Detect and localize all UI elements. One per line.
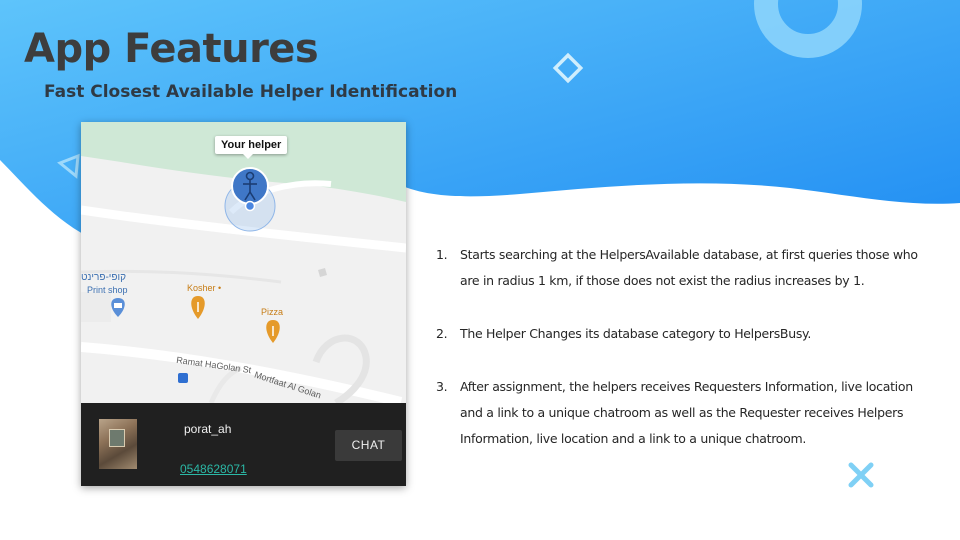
helper-location-dot	[244, 200, 256, 212]
feature-number: 3.	[436, 379, 448, 394]
feature-item: 3. After assignment, the helpers receive…	[436, 374, 936, 452]
feature-text: The Helper Changes its database category…	[460, 326, 812, 341]
feature-number: 2.	[436, 326, 448, 341]
feature-text: After assignment, the helpers receives R…	[460, 379, 913, 446]
feature-item: 2. The Helper Changes its database categ…	[436, 321, 936, 347]
chat-button[interactable]: CHAT	[335, 430, 402, 461]
feature-item: 1. Starts searching at the HelpersAvaila…	[436, 242, 936, 294]
bus-stop-icon	[178, 373, 188, 383]
helper-phone-link[interactable]: 0548628071	[180, 462, 247, 476]
map-label-kosher: Kosher •	[187, 283, 222, 293]
helper-chat-bar: porat_ah 0548628071 CHAT	[81, 403, 406, 486]
feature-text: Starts searching at the HelpersAvailable…	[460, 247, 918, 288]
map-label-print-shop: Print shop	[87, 285, 128, 295]
app-screenshot: קופי-פרינט Print shop Kosher • Pizza Ram…	[81, 122, 406, 486]
map-label-hebrew-place: קופי-פרינט	[81, 272, 126, 283]
map-view[interactable]: קופי-פרינט Print shop Kosher • Pizza Ram…	[81, 122, 406, 407]
map-canvas	[81, 122, 406, 407]
helper-avatar	[99, 419, 137, 469]
slide-subtitle: Fast Closest Available Helper Identifica…	[44, 82, 458, 102]
slide-title: App Features	[24, 26, 319, 72]
helper-tooltip: Your helper	[215, 136, 288, 159]
helper-username: porat_ah	[184, 422, 232, 436]
feature-number: 1.	[436, 247, 448, 262]
features-list: 1. Starts searching at the HelpersAvaila…	[436, 242, 936, 479]
map-label-pizza: Pizza	[261, 307, 284, 317]
